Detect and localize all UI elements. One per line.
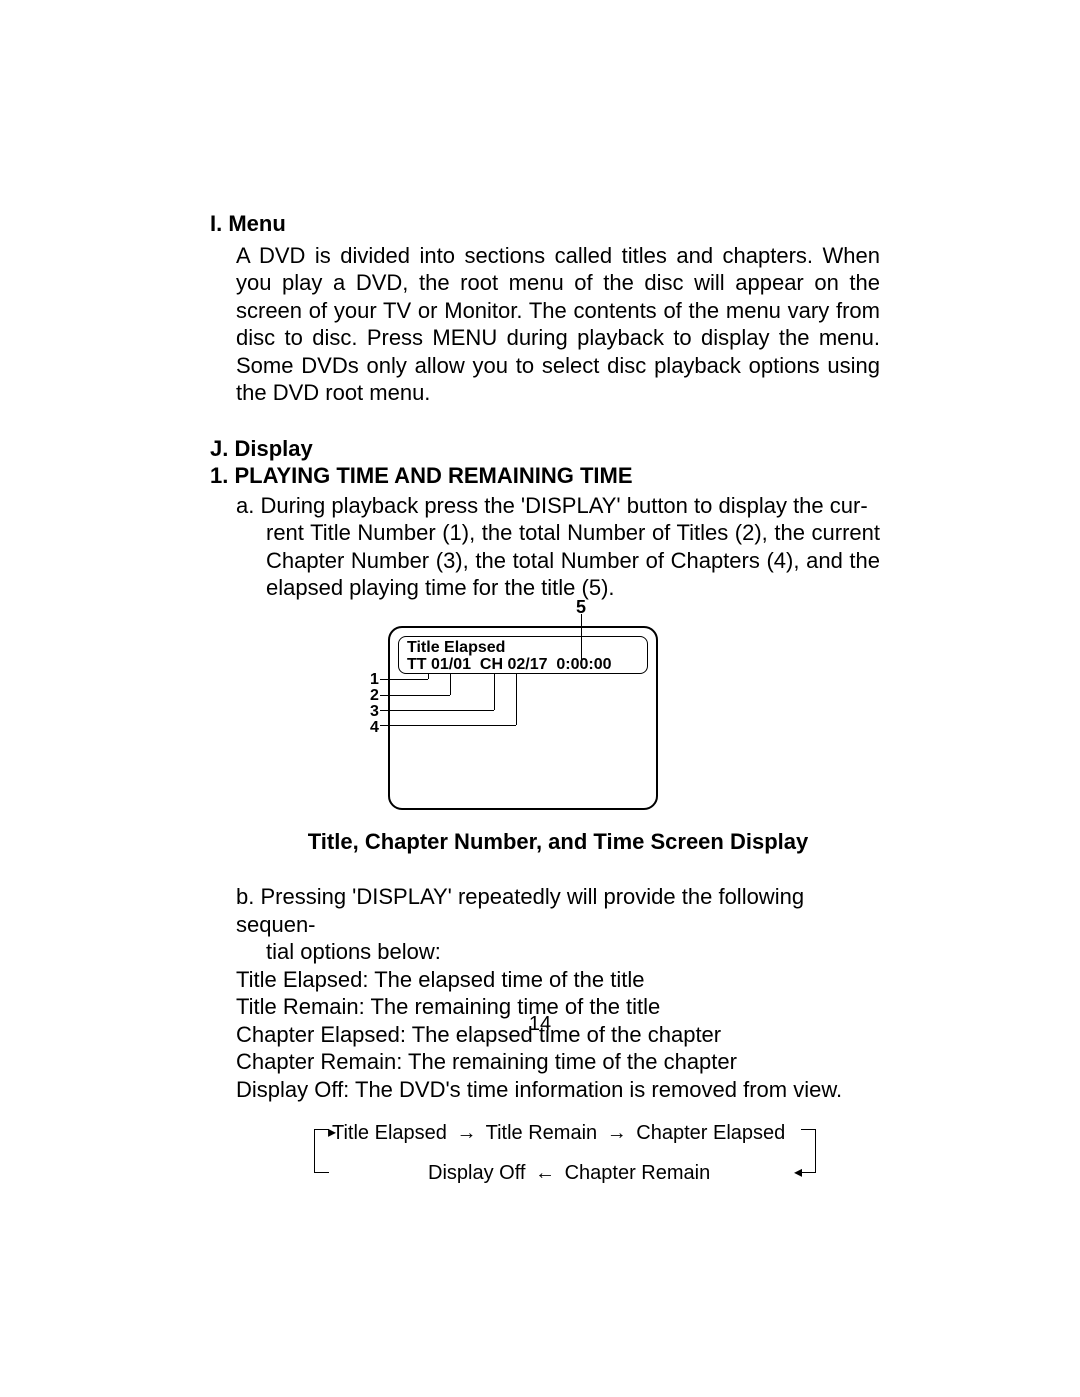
osd-figure-caption: Title, Chapter Number, and Time Screen D… [236, 828, 880, 856]
manual-page: I. Menu A DVD is divided into sections c… [0, 0, 1080, 1397]
item-a-first-line: a. During playback press the 'DISPLAY' b… [236, 493, 868, 518]
callout-2-leader-v [450, 674, 451, 695]
option-display-off: Display Off: The DVD's time information … [236, 1076, 880, 1104]
osd-figure: 5 Title Elapsed TT 01/01 CH 02/17 0:00:0… [370, 596, 790, 816]
arrow-left-icon: ◂ [794, 1165, 802, 1181]
callout-2-leader-h [380, 695, 450, 696]
osd-status-line: TT 01/01 CH 02/17 0:00:00 [407, 656, 641, 674]
section-j-sub1-heading: 1. PLAYING TIME AND REMAINING TIME [210, 463, 633, 488]
section-j-heading-text: J. Display [210, 436, 313, 461]
item-a: a. During playback press the 'DISPLAY' b… [236, 492, 880, 602]
option-title-elapsed: Title Elapsed: The elapsed time of the t… [236, 966, 880, 994]
page-number: 14 [0, 1012, 1080, 1037]
cycle-title-elapsed: Title Elapsed [332, 1122, 447, 1144]
cycle-chapter-remain: Chapter Remain [565, 1162, 711, 1184]
cycle-row-1: Title Elapsed → Title Remain → Chapter E… [332, 1121, 785, 1146]
callout-4-leader-h [380, 725, 516, 726]
item-b-rest: tial options below: [266, 938, 880, 966]
cycle-title-remain: Title Remain [486, 1122, 598, 1144]
cycle-chapter-elapsed: Chapter Elapsed [636, 1122, 785, 1144]
callout-1-leader-v [428, 674, 429, 679]
item-b-first-line: b. Pressing 'DISPLAY' repeatedly will pr… [236, 884, 804, 937]
item-a-rest: rent Title Number (1), the total Number … [266, 519, 880, 602]
callout-3-leader-h [380, 710, 494, 711]
callout-4-leader-v [516, 674, 517, 725]
callout-2-label: 2 [370, 688, 379, 704]
cycle-display-off: Display Off [428, 1162, 525, 1184]
left-callout-numbers: 1 2 3 4 [370, 672, 379, 736]
section-i-body: A DVD is divided into sections called ti… [236, 242, 880, 407]
arrow-right-icon: → [452, 1121, 480, 1146]
cycle-left-bracket [314, 1129, 329, 1173]
section-i-heading: I. Menu [210, 210, 880, 238]
display-cycle-diagram: ▸ ◂ Title Elapsed → Title Remain → Chapt… [310, 1117, 820, 1197]
callout-3-label: 3 [370, 704, 379, 720]
cycle-right-bracket [801, 1129, 816, 1173]
arrow-left-icon: ← [531, 1161, 559, 1186]
callout-1-label: 1 [370, 672, 379, 688]
callout-1-leader-h [380, 679, 428, 680]
option-chapter-remain: Chapter Remain: The remaining time of th… [236, 1048, 880, 1076]
arrow-right-icon: → [603, 1121, 631, 1146]
callout-3-leader-v [494, 674, 495, 710]
cycle-row-2: Display Off ← Chapter Remain [428, 1161, 710, 1186]
osd-title-elapsed: Title Elapsed [407, 639, 641, 657]
osd-box: Title Elapsed TT 01/01 CH 02/17 0:00:00 [398, 636, 648, 674]
section-j-heading: J. Display 1. PLAYING TIME AND REMAINING… [210, 435, 880, 490]
callout-4-label: 4 [370, 720, 379, 736]
item-b: b. Pressing 'DISPLAY' repeatedly will pr… [236, 883, 880, 966]
